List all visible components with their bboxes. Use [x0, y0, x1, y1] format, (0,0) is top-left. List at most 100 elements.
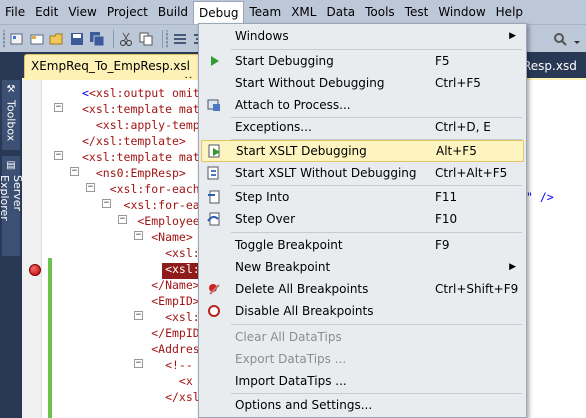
save-icon[interactable]	[69, 30, 85, 48]
toolbox-icon: ⚒	[6, 84, 16, 95]
menu-item-start-xslt-without-debugging[interactable]: Start XSLT Without Debugging Ctrl+Alt+F5	[201, 162, 524, 184]
code-line[interactable]: </Name>	[82, 277, 199, 293]
menu-item-shortcut: F5	[435, 54, 450, 68]
collapse-icon[interactable]: −	[54, 103, 63, 112]
menu-item-label: Options and Settings...	[235, 398, 373, 412]
menu-item-label: Windows	[235, 29, 289, 43]
menu-item-options-and-settings[interactable]: Options and Settings...	[201, 394, 524, 416]
menu-item-exceptions[interactable]: Exceptions... Ctrl+D, E	[201, 116, 524, 138]
menu-item-label: Clear All DataTips	[235, 330, 342, 344]
add-item-icon[interactable]	[29, 30, 45, 48]
code-line[interactable]: </xsl:template>	[82, 133, 186, 149]
document-tab-title: XEmpReq_To_EmpResp.xsl	[31, 59, 190, 73]
document-tab-other-title: Resp.xsd	[523, 59, 577, 73]
code-line[interactable]: <xsl:	[82, 245, 200, 261]
menu-item-label: Start Debugging	[235, 54, 334, 68]
cut-icon[interactable]	[118, 30, 134, 48]
left-dock: ⚒ Toolbox ▤ Server Explorer	[0, 78, 24, 418]
toolbox-label: Toolbox	[4, 100, 18, 142]
menu-help[interactable]: Help	[491, 1, 528, 23]
menu-debug[interactable]: Debug	[193, 1, 245, 25]
collapse-icon[interactable]: −	[70, 167, 79, 176]
menu-item-start-debugging[interactable]: Start Debugging F5	[201, 50, 524, 72]
menu-item-start-xslt-debugging[interactable]: Start XSLT Debugging Alt+F5	[201, 140, 524, 162]
save-all-icon[interactable]	[89, 30, 105, 48]
document-tab-active[interactable]: XEmpReq_To_EmpResp.xsl ×	[24, 54, 200, 78]
code-line[interactable]: <Name>	[82, 229, 193, 245]
menu-window[interactable]: Window	[433, 1, 490, 23]
menu-build[interactable]: Build	[153, 1, 193, 23]
code-line[interactable]: <<xsl:output omit-	[82, 85, 207, 101]
menu-tools[interactable]: Tools	[360, 1, 400, 23]
code-line[interactable]: <!--	[82, 357, 193, 373]
menu-item-label: Step Into	[235, 190, 290, 204]
document-tab-other[interactable]: Resp.xsd	[520, 56, 586, 78]
menu-item-label: New Breakpoint	[235, 260, 331, 274]
menu-item-windows[interactable]: Windows ▶	[201, 25, 524, 47]
server-explorer-icon: ▤	[6, 160, 16, 171]
code-line[interactable]: <xsl:apply-temp	[82, 117, 200, 133]
code-line[interactable]: <xsl:template mat	[82, 101, 200, 117]
menu-project[interactable]: Project	[102, 1, 153, 23]
menu-team[interactable]: Team	[244, 1, 286, 23]
toolbox-tab[interactable]: ⚒ Toolbox	[2, 80, 20, 150]
delete-breakpoints-icon	[201, 278, 227, 300]
debug-menu-dropdown: Windows ▶ Start Debugging F5 Start Witho…	[198, 23, 527, 418]
menu-item-attach-to-process[interactable]: Attach to Process...	[201, 94, 524, 116]
menu-item-shortcut: Ctrl+Alt+F5	[435, 166, 508, 180]
menu-xml[interactable]: XML	[286, 1, 321, 23]
breakpoint-icon[interactable]	[29, 264, 41, 276]
code-fragment-right: " />	[526, 190, 554, 204]
menu-test[interactable]: Test	[400, 1, 434, 23]
menu-item-start-without-debugging[interactable]: Start Without Debugging Ctrl+F5	[201, 72, 524, 94]
code-line[interactable]: </EmpID	[82, 325, 199, 341]
code-line[interactable]: </xsl	[82, 389, 200, 405]
menu-item-disable-all-breakpoints[interactable]: Disable All Breakpoints	[201, 300, 524, 322]
menu-edit[interactable]: Edit	[30, 1, 63, 23]
menu-view[interactable]: View	[63, 1, 101, 23]
menu-item-shortcut: Ctrl+F5	[435, 76, 481, 90]
menu-item-step-over[interactable]: Step Over F10	[201, 208, 524, 230]
attach-process-icon	[201, 94, 227, 116]
list-icon[interactable]	[172, 30, 188, 48]
copy-icon[interactable]	[138, 30, 154, 48]
menu-item-delete-all-breakpoints[interactable]: Delete All Breakpoints Ctrl+Shift+F9	[201, 278, 524, 300]
start-xslt-without-debugging-icon	[201, 162, 227, 184]
menu-data[interactable]: Data	[321, 1, 360, 23]
menu-item-import-datatips[interactable]: Import DataTips ...	[201, 370, 524, 392]
code-line[interactable]: <xsl:for-ea	[82, 197, 200, 213]
menu-item-shortcut: F9	[435, 238, 450, 252]
code-line[interactable]: <EmpID>	[82, 293, 199, 309]
menu-item-toggle-breakpoint[interactable]: Toggle Breakpoint F9	[201, 234, 524, 256]
open-file-icon[interactable]	[49, 30, 65, 48]
menu-item-shortcut: F11	[435, 190, 458, 204]
code-line[interactable]: <xsl:	[82, 309, 200, 325]
menu-separator	[231, 232, 522, 233]
menu-item-label: Start Without Debugging	[235, 76, 385, 90]
collapse-icon[interactable]: −	[54, 151, 63, 160]
menu-item-step-into[interactable]: Step Into F11	[201, 186, 524, 208]
toolbar-overflow-icon[interactable]	[572, 30, 582, 48]
find-icon[interactable]	[552, 30, 568, 48]
code-line[interactable]: <x	[82, 373, 193, 389]
new-project-icon[interactable]	[9, 30, 25, 48]
menu-bar: File Edit View Project Build Debug Team …	[0, 0, 586, 25]
code-line[interactable]: <Addres	[82, 341, 199, 357]
menu-file[interactable]: File	[0, 1, 30, 23]
server-explorer-tab[interactable]: ▤ Server Explorer	[0, 156, 24, 256]
menu-item-label: Attach to Process...	[235, 98, 351, 112]
step-over-icon	[201, 208, 227, 230]
code-line[interactable]: <xsl:for-each	[82, 181, 200, 197]
code-line[interactable]: <xsl:template mat	[82, 149, 200, 165]
code-line[interactable]: <ns0:EmpResp>	[82, 165, 186, 181]
editor-gutter[interactable]	[22, 80, 42, 418]
disable-breakpoints-icon	[201, 300, 227, 322]
menu-item-label: Start XSLT Debugging	[236, 144, 367, 158]
start-xslt-debugging-icon	[202, 140, 228, 162]
menu-item-label: Disable All Breakpoints	[235, 304, 374, 318]
code-line[interactable]: <Employee	[82, 213, 199, 229]
code-line[interactable]: <xsl:	[82, 261, 200, 277]
menu-item-label: Exceptions...	[235, 120, 312, 134]
menu-item-new-breakpoint[interactable]: New Breakpoint ▶	[201, 256, 524, 278]
start-debugging-icon	[201, 50, 227, 72]
